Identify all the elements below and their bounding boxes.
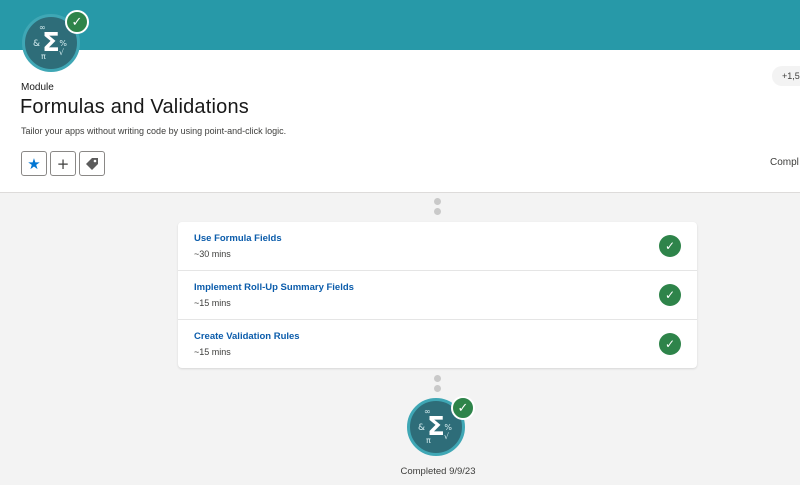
unit-link[interactable]: Use Formula Fields bbox=[194, 233, 282, 244]
progress-connector bbox=[434, 375, 441, 392]
unit-link[interactable]: Create Validation Rules bbox=[194, 331, 300, 342]
completion-status: Compl bbox=[770, 157, 799, 168]
unit-item: Create Validation Rules ~15 mins ✓ bbox=[178, 320, 697, 368]
check-icon: ✓ bbox=[659, 235, 681, 257]
points-pill: +1,5 bbox=[772, 66, 800, 86]
unit-list: Use Formula Fields ~30 mins ✓ Implement … bbox=[178, 222, 697, 368]
module-description: Tailor your apps without writing code by… bbox=[21, 126, 287, 136]
unit-duration: ~15 mins bbox=[194, 298, 231, 308]
completed-date: Completed 9/9/23 bbox=[400, 466, 476, 477]
badge-check-icon: ✓ bbox=[65, 10, 89, 34]
tag-button[interactable] bbox=[79, 151, 105, 176]
add-to-list-button[interactable]: + bbox=[50, 151, 76, 176]
completion-check-icon: ✓ bbox=[451, 396, 475, 420]
plus-icon: + bbox=[56, 154, 70, 173]
progress-connector bbox=[434, 198, 441, 215]
check-icon: ✓ bbox=[659, 333, 681, 355]
header-banner bbox=[0, 0, 800, 50]
check-icon: ✓ bbox=[659, 284, 681, 306]
unit-item: Use Formula Fields ~30 mins ✓ bbox=[178, 222, 697, 271]
module-kicker: Module bbox=[21, 82, 54, 93]
unit-duration: ~30 mins bbox=[194, 249, 231, 259]
unit-duration: ~15 mins bbox=[194, 347, 231, 357]
unit-link[interactable]: Implement Roll-Up Summary Fields bbox=[194, 282, 354, 293]
tag-icon bbox=[86, 157, 98, 170]
favorite-button[interactable]: ★ bbox=[21, 151, 47, 176]
action-buttons: ★ + bbox=[21, 151, 105, 176]
star-icon: ★ bbox=[27, 154, 41, 173]
unit-item: Implement Roll-Up Summary Fields ~15 min… bbox=[178, 271, 697, 320]
page-title: Formulas and Validations bbox=[20, 96, 249, 118]
module-header bbox=[0, 50, 800, 193]
